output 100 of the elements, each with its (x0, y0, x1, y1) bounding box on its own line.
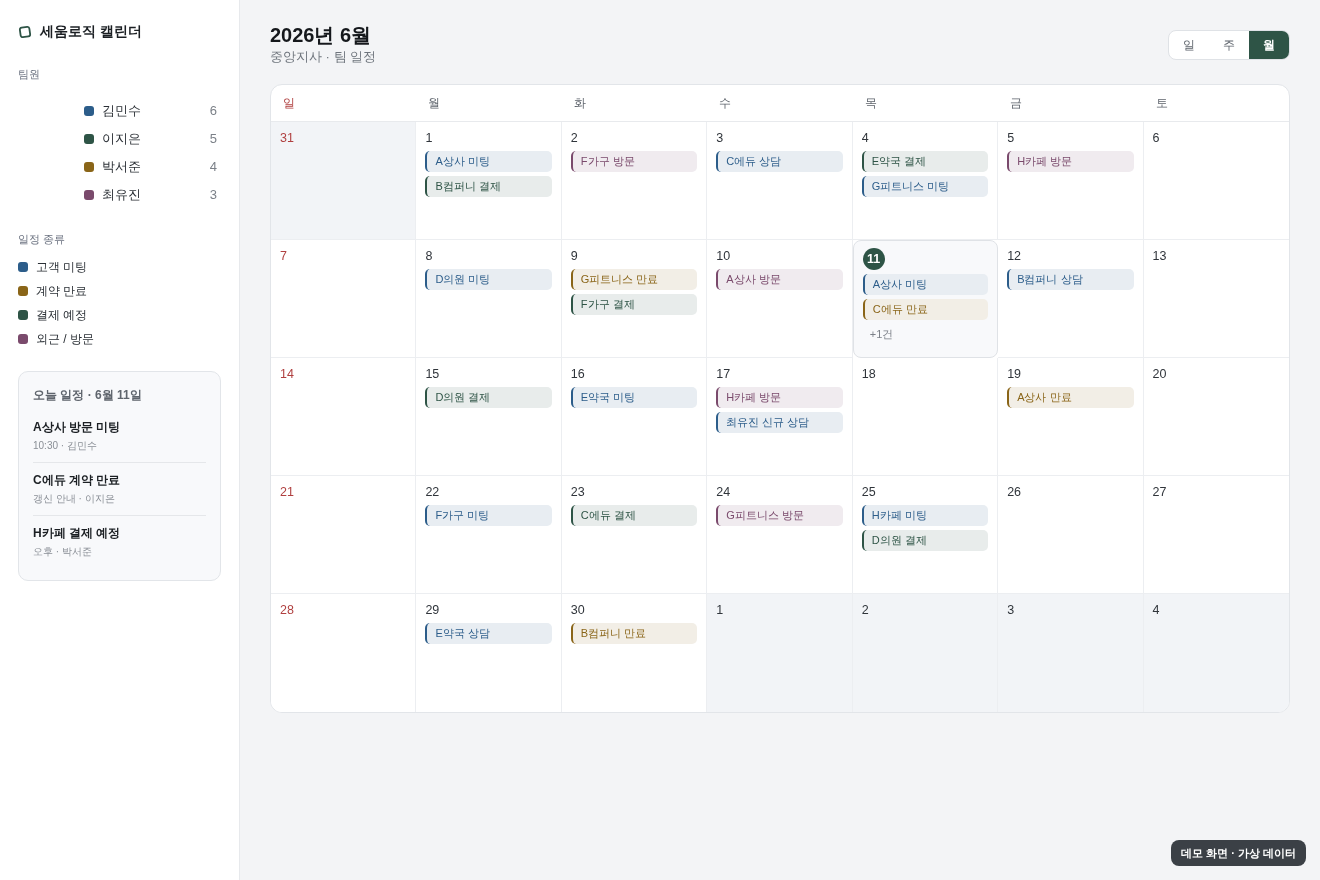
day-number: 2 (570, 130, 579, 147)
day-number: 19 (1007, 366, 1023, 383)
calendar-event[interactable]: B컴퍼니 만료 (570, 623, 698, 644)
calendar-event[interactable]: 최유진 신규 상담 (716, 412, 843, 433)
calendar-event[interactable]: E약국 상담 (425, 623, 552, 644)
day-cell[interactable]: 1 (707, 594, 853, 712)
calendar-event[interactable]: H카페 방문 (716, 387, 843, 408)
calendar-event[interactable]: H카페 미팅 (861, 505, 989, 526)
day-number: 13 (1152, 248, 1168, 265)
day-cell[interactable]: 15 D의원 결제 (416, 358, 562, 476)
day-cell[interactable]: 17 H카페 방문 최유진 신규 상담 (707, 358, 853, 476)
calendar-event[interactable]: A상사 만료 (1007, 387, 1134, 408)
day-cell[interactable]: 26 (998, 476, 1144, 594)
day-cell[interactable]: 16 E약국 미팅 (561, 358, 708, 476)
day-number: 3 (1007, 602, 1016, 619)
calendar-event[interactable]: F가구 미팅 (425, 505, 552, 526)
day-number: 18 (861, 366, 877, 383)
schedule-detail: 갱신 안내 · 이지은 (33, 492, 116, 506)
schedule-title: C에듀 계약 만료 (33, 472, 122, 488)
logo-icon (18, 24, 32, 39)
day-number: 29 (425, 602, 441, 619)
calendar-event[interactable]: C에듀 만료 (862, 299, 989, 320)
member-name: 이지은 (102, 129, 142, 148)
calendar-event[interactable]: G피트니스 미팅 (861, 176, 989, 197)
calendar-event[interactable]: A상사 미팅 (425, 151, 552, 172)
calendar-event[interactable]: E약국 미팅 (570, 387, 698, 408)
today-date-marker: 11 (862, 248, 885, 270)
day-cell[interactable]: 4 E약국 결제 G피트니스 미팅 (852, 122, 999, 240)
day-cell[interactable]: 21 (271, 476, 417, 594)
legend-label: 외근 / 방문 (36, 331, 94, 348)
calendar-event[interactable]: G피트니스 방문 (716, 505, 843, 526)
day-cell[interactable]: 10 A상사 방문 (707, 240, 853, 358)
calendar-event[interactable]: D의원 결제 (861, 530, 989, 551)
day-cell[interactable]: 22 F가구 미팅 (416, 476, 562, 594)
schedule-title: A상사 방문 미팅 (33, 419, 122, 435)
day-cell[interactable]: 14 (271, 358, 417, 476)
day-cell[interactable]: 2 (852, 594, 999, 712)
view-tab[interactable]: 주 (1209, 31, 1249, 59)
member-name: 최유진 (102, 185, 142, 204)
calendar-event[interactable]: H카페 방문 (1007, 151, 1134, 172)
member-name: 박서준 (102, 157, 142, 176)
day-number: 4 (1152, 602, 1161, 619)
member-count: 3 (209, 185, 217, 204)
day-number: 15 (425, 366, 441, 383)
day-cell[interactable]: 25 H카페 미팅 D의원 결제 (852, 476, 999, 594)
day-cell[interactable]: 19 A상사 만료 (998, 358, 1144, 476)
day-cell[interactable]: 24 G피트니스 방문 (707, 476, 853, 594)
calendar-event[interactable]: B컴퍼니 결제 (425, 176, 552, 197)
day-number: 7 (280, 248, 288, 265)
day-cell[interactable]: 7 (271, 240, 417, 358)
page-title: 2026년 6월 (270, 23, 373, 48)
legend-label: 계약 만료 (36, 283, 88, 300)
calendar-event[interactable]: C에듀 상담 (716, 151, 843, 172)
view-tab[interactable]: 일 (1169, 31, 1209, 59)
day-cell[interactable]: 28 (271, 594, 417, 712)
member-count: 4 (209, 157, 217, 176)
calendar-event[interactable]: F가구 결제 (570, 294, 698, 315)
calendar-event[interactable]: C에듀 결제 (570, 505, 698, 526)
day-number: 2 (861, 602, 870, 619)
day-cell[interactable]: 4 (1143, 594, 1289, 712)
day-cell[interactable]: 1 A상사 미팅 B컴퍼니 결제 (416, 122, 562, 240)
calendar-event[interactable]: B컴퍼니 상담 (1007, 269, 1134, 290)
calendar-event[interactable]: D의원 결제 (425, 387, 552, 408)
day-number: 1 (716, 602, 725, 619)
calendar-event[interactable]: E약국 결제 (861, 151, 989, 172)
day-number: 12 (1007, 248, 1023, 265)
day-number: 23 (570, 484, 586, 501)
legend-label: 결제 예정 (36, 307, 88, 324)
day-cell[interactable]: 11 A상사 미팅 C에듀 만료 +1건 (852, 240, 999, 358)
day-cell[interactable]: 2 F가구 방문 (561, 122, 708, 240)
calendar-event[interactable]: A상사 미팅 (862, 274, 989, 295)
schedule-title: H카페 결제 예정 (33, 525, 122, 541)
calendar-event[interactable]: G피트니스 만료 (570, 269, 698, 290)
day-cell[interactable]: 23 C에듀 결제 (561, 476, 708, 594)
page-subtitle: 중앙지사 · 팀 일정 (270, 48, 377, 65)
day-number: 4 (861, 130, 870, 147)
day-number: 17 (716, 366, 732, 383)
calendar-event[interactable]: F가구 방문 (570, 151, 698, 172)
more-events-link[interactable]: +1건 (862, 326, 894, 342)
calendar-event[interactable]: D의원 미팅 (425, 269, 552, 290)
calendar-event[interactable]: A상사 방문 (716, 269, 843, 290)
day-cell[interactable]: 3 (998, 594, 1144, 712)
schedule-detail: 오후 · 박서준 (33, 545, 93, 559)
day-cell[interactable]: 9 G피트니스 만료 F가구 결제 (561, 240, 708, 358)
day-cell[interactable]: 18 (852, 358, 999, 476)
day-number: 3 (716, 130, 725, 147)
day-cell[interactable]: 12 B컴퍼니 상담 (998, 240, 1144, 358)
day-number: 6 (1152, 130, 1161, 147)
app-title: 세움로직 캘린더 (40, 22, 142, 41)
day-number: 20 (1152, 366, 1168, 383)
day-number: 27 (1152, 484, 1168, 501)
day-number: 16 (570, 366, 586, 383)
member-name: 김민수 (102, 101, 142, 120)
schedule-detail: 10:30 · 김민수 (33, 439, 98, 453)
view-tab[interactable]: 월 (1249, 31, 1289, 59)
day-cell[interactable]: 3 C에듀 상담 (707, 122, 853, 240)
day-cell[interactable]: 8 D의원 미팅 (416, 240, 562, 358)
demo-notice: 데모 화면 · 가상 데이터 (1171, 839, 1306, 866)
day-cell[interactable]: 31 (271, 122, 417, 240)
day-cell[interactable]: 5 H카페 방문 (998, 122, 1144, 240)
